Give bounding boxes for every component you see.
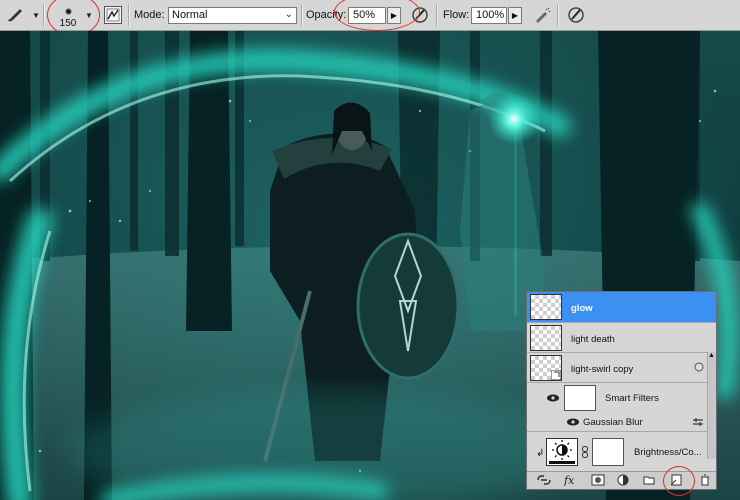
layer-row-light-death[interactable]: light death (527, 323, 716, 353)
new-layer-icon[interactable] (670, 474, 682, 486)
layer-row-glow[interactable]: glow (527, 292, 716, 323)
divider (128, 4, 130, 26)
adjustment-layer-icon[interactable] (617, 474, 629, 486)
layer-thumbnail (530, 294, 562, 320)
layer-thumbnail (530, 325, 562, 351)
flow-label: Flow: (443, 9, 470, 21)
layer-row-light-swirl-copy[interactable]: light-swirl copy (527, 353, 716, 383)
layer-name: glow (571, 303, 593, 314)
brightness-icon (549, 440, 575, 464)
layer-row-gaussian-blur[interactable]: Gaussian Blur (527, 412, 716, 432)
brush-icon[interactable] (6, 6, 24, 24)
new-group-icon[interactable] (643, 474, 655, 486)
filter-effects-icon[interactable] (694, 362, 704, 372)
divider (557, 4, 559, 26)
adjustment-thumbnail (546, 438, 578, 466)
opacity-slider-button[interactable]: ▶ (387, 7, 401, 24)
toggle-brush-panel-icon (106, 8, 120, 22)
pen-pressure-size-icon[interactable] (566, 5, 586, 25)
brush-size-value: 150 (59, 18, 77, 29)
link-icon[interactable] (582, 446, 588, 458)
layer-name: Smart Filters (605, 393, 659, 404)
mode-select[interactable]: Normal ⌄ (168, 7, 297, 24)
divider (436, 4, 438, 26)
layer-thumbnail (530, 355, 562, 381)
chevron-down-icon: ⌄ (284, 9, 293, 20)
pen-pressure-opacity-icon[interactable] (410, 5, 430, 25)
layer-name: Gaussian Blur (583, 417, 643, 428)
add-mask-icon[interactable] (591, 474, 605, 486)
layer-mask-thumbnail (592, 438, 624, 466)
trash-icon[interactable] (699, 474, 711, 486)
smart-object-icon (551, 370, 561, 380)
clipping-arrow-icon: ↲ (536, 448, 545, 459)
layer-name: light death (571, 334, 615, 345)
layers-scrollbar[interactable]: ▲ (707, 352, 716, 459)
layer-row-brightness-contrast[interactable]: ↲ Brightness/Co... (527, 432, 716, 472)
brush-tip-icon (65, 8, 72, 15)
flow-slider-button[interactable]: ▶ (508, 7, 522, 24)
layers-panel: glow light death light-swirl copy Smart … (526, 291, 717, 490)
layers-panel-footer: fx (527, 471, 716, 489)
layer-row-smart-filters[interactable]: Smart Filters (527, 383, 716, 412)
brush-preset-picker[interactable]: 150 (51, 2, 85, 29)
link-layers-icon[interactable] (537, 474, 551, 486)
layer-name: Brightness/Co... (634, 447, 702, 458)
eye-icon[interactable] (567, 418, 579, 426)
filter-blending-options-icon[interactable] (692, 417, 704, 427)
tool-preset-dropdown-icon[interactable]: ▼ (32, 12, 40, 20)
fx-icon[interactable]: fx (563, 474, 581, 486)
opacity-label: Opacity: (306, 9, 347, 21)
opacity-input[interactable]: 50% (348, 7, 386, 24)
brush-preset-dropdown-icon[interactable]: ▼ (85, 12, 93, 20)
scroll-up-icon[interactable]: ▲ (708, 352, 715, 359)
options-bar: ▼ 150 ▼ Mode: Normal ⌄ Opacity: 50% ▶ Fl… (0, 0, 740, 36)
filter-mask-thumbnail (564, 385, 596, 411)
divider (301, 4, 303, 26)
divider (43, 4, 45, 26)
toggle-brush-panel-button[interactable] (104, 6, 122, 24)
airbrush-icon[interactable] (532, 5, 552, 25)
svg-text:fx: fx (563, 474, 575, 486)
mode-value: Normal (172, 9, 208, 21)
eye-icon[interactable] (547, 394, 559, 402)
flow-input[interactable]: 100% (471, 7, 507, 24)
layer-name: light-swirl copy (571, 364, 634, 375)
mode-label: Mode: (134, 9, 165, 21)
